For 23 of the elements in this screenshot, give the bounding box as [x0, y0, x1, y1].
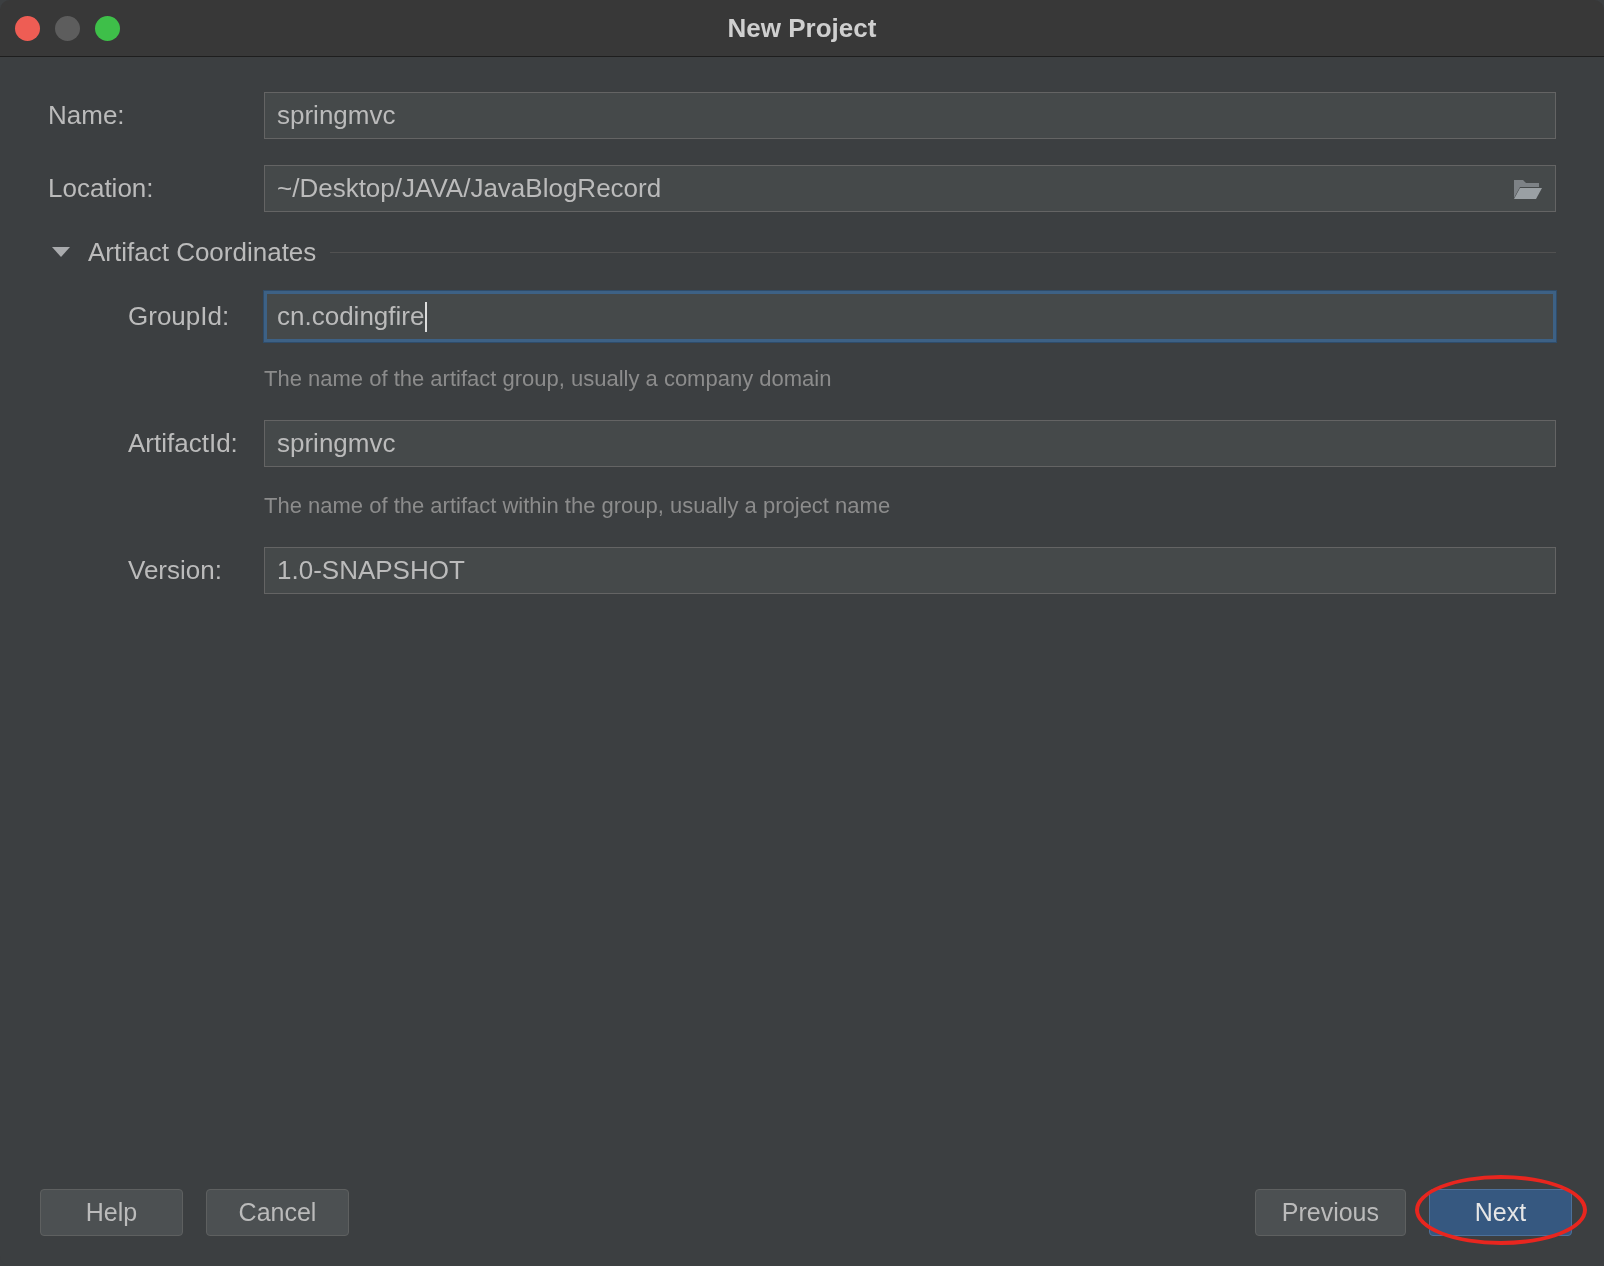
dialog-button[interactable]: Help: [40, 1189, 183, 1236]
field-label: Version:: [128, 555, 223, 586]
close-button[interactable]: [15, 15, 40, 41]
field-label: Location:: [48, 173, 155, 204]
input-field[interactable]: ~/Desktop/JAVA/JavaBlogRecord: [264, 165, 1556, 212]
input-field[interactable]: springmvc: [264, 92, 1556, 139]
maximize-button[interactable]: [95, 15, 120, 41]
field-label: GroupId:: [128, 301, 231, 332]
input-field[interactable]: springmvc: [264, 420, 1556, 467]
field-label: ArtifactId:: [128, 428, 239, 459]
input-field[interactable]: cn.codingfire: [264, 291, 1556, 342]
dialog-button[interactable]: Previous: [1254, 1189, 1406, 1236]
dialog-button[interactable]: Cancel: [206, 1189, 349, 1236]
dialog-button[interactable]: Next: [1429, 1189, 1572, 1236]
hint-text: The name of the artifact group, usually a company domain: [264, 366, 833, 392]
input-field[interactable]: 1.0-SNAPSHOT: [264, 547, 1556, 594]
section-title: Artifact Coordinates: [88, 236, 317, 268]
folder-icon[interactable]: [1513, 177, 1543, 200]
hint-text: The name of the artifact within the group, usually a project name: [264, 493, 892, 519]
minimize-button[interactable]: [55, 15, 80, 41]
field-label: Name:: [48, 100, 126, 131]
expanded-arrow-icon[interactable]: [52, 246, 70, 258]
window-title: New Project: [727, 12, 877, 43]
